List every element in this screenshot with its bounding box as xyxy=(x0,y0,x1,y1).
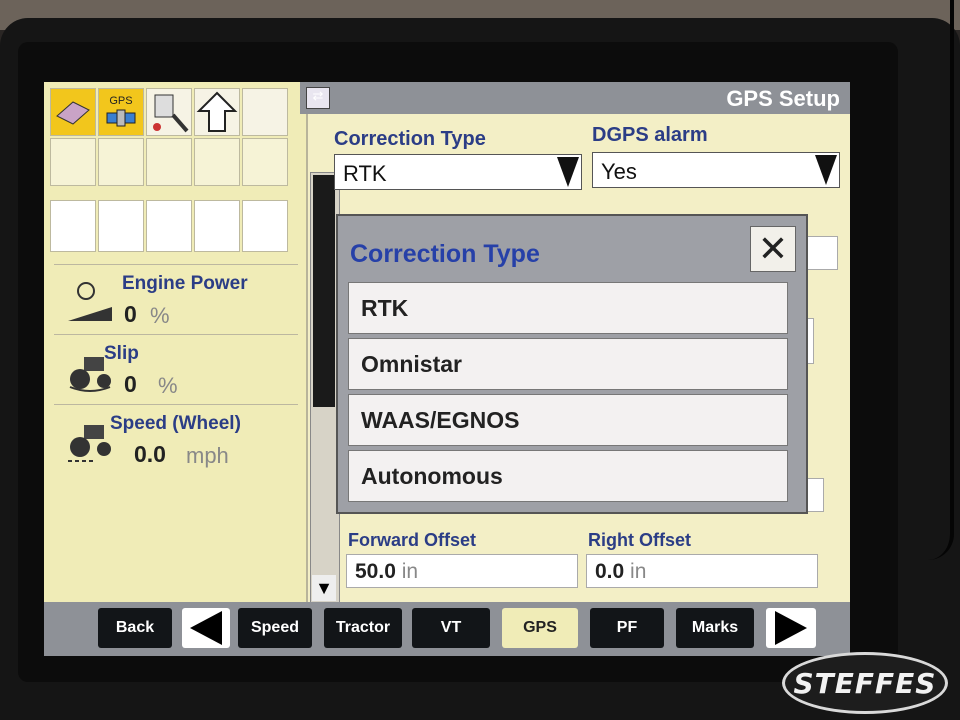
scroll-down-icon[interactable]: ▼ xyxy=(312,575,336,601)
empty-slot[interactable] xyxy=(242,88,288,136)
speed-wheel-readout[interactable]: Speed (Wheel) 0.0 mph xyxy=(54,404,298,471)
screen: GPS Engine Power 0 % Slip 0 % Speed (Whe… xyxy=(44,82,850,656)
option-autonomous[interactable]: Autonomous xyxy=(348,450,788,502)
engine-power-value: 0 xyxy=(124,301,137,327)
empty-slot[interactable] xyxy=(242,138,288,186)
correction-type-label: Correction Type xyxy=(334,128,486,150)
speed-wheel-value: 0.0 xyxy=(134,441,166,467)
empty-slot[interactable] xyxy=(98,200,144,252)
tab-vt[interactable]: VT xyxy=(412,608,490,648)
steffes-watermark: STEFFES xyxy=(782,652,948,714)
engine-power-unit: % xyxy=(150,303,170,328)
empty-slot[interactable] xyxy=(50,138,96,186)
engine-power-label: Engine Power xyxy=(122,273,248,294)
cable xyxy=(928,0,954,560)
forward-offset-label: Forward Offset xyxy=(348,530,477,550)
empty-slot[interactable] xyxy=(146,138,192,186)
tab-pf[interactable]: PF xyxy=(590,608,664,648)
gps-icon[interactable]: GPS xyxy=(98,88,144,136)
tab-tractor[interactable]: Tractor xyxy=(324,608,402,648)
up-arrow-icon[interactable] xyxy=(194,88,240,136)
right-offset-unit: in xyxy=(630,560,647,583)
prev-page-button[interactable] xyxy=(182,608,230,648)
gps-icon-label: GPS xyxy=(109,95,133,107)
right-offset-label: Right Offset xyxy=(588,530,691,550)
correction-type-dialog: Correction Type ✕ RTK Omnistar WAAS/EGNO… xyxy=(336,214,808,514)
bottom-tab-bar: Back Speed Tractor VT GPS PF Marks xyxy=(44,602,850,656)
settings-shortcut-icon[interactable]: ⇄ xyxy=(306,87,330,109)
implement-tool-icon[interactable] xyxy=(146,88,192,136)
tab-speed[interactable]: Speed xyxy=(238,608,312,648)
empty-slot[interactable] xyxy=(194,138,240,186)
scroll-thumb[interactable] xyxy=(313,175,335,407)
empty-slot[interactable] xyxy=(146,200,192,252)
option-rtk[interactable]: RTK xyxy=(348,282,788,334)
empty-slot[interactable] xyxy=(98,138,144,186)
right-offset-value: 0.0 xyxy=(595,560,625,583)
slip-value: 0 xyxy=(124,371,137,397)
forward-offset-input[interactable]: 50.0 in xyxy=(346,554,578,588)
speed-wheel-label: Speed (Wheel) xyxy=(110,413,241,434)
dgps-alarm-value: Yes xyxy=(601,159,637,184)
slip-readout[interactable]: Slip 0 % xyxy=(54,334,298,401)
shortcut-row: GPS xyxy=(50,88,290,136)
next-page-button[interactable] xyxy=(766,608,816,648)
field-map-icon[interactable] xyxy=(50,88,96,136)
chevron-down-icon xyxy=(557,157,579,187)
engine-icon xyxy=(68,282,112,321)
slip-label: Slip xyxy=(104,343,139,364)
forward-offset-value: 50.0 xyxy=(355,560,396,583)
shortcut-row-2 xyxy=(50,138,290,186)
dialog-title: Correction Type xyxy=(350,240,540,268)
right-offset-input[interactable]: 0.0 in xyxy=(586,554,818,588)
empty-slot[interactable] xyxy=(50,200,96,252)
page-title: GPS Setup xyxy=(726,86,840,111)
dgps-alarm-dropdown[interactable]: Yes xyxy=(592,152,840,188)
tab-marks[interactable]: Marks xyxy=(676,608,754,648)
correction-type-dropdown[interactable]: RTK xyxy=(334,154,582,190)
shortcut-row-3 xyxy=(50,200,290,252)
forward-offset-unit: in xyxy=(401,560,419,583)
chevron-down-icon xyxy=(815,155,837,185)
arrow-left-icon xyxy=(190,611,222,645)
obscured-field[interactable] xyxy=(806,236,838,270)
left-status-panel: GPS Engine Power 0 % Slip 0 % Speed (Whe… xyxy=(44,82,308,606)
empty-slot[interactable] xyxy=(194,200,240,252)
close-icon[interactable]: ✕ xyxy=(750,226,796,272)
watermark-text: STEFFES xyxy=(793,666,937,700)
speed-wheel-unit: mph xyxy=(186,443,229,468)
tractor-speed-icon xyxy=(68,425,111,462)
tab-gps[interactable]: GPS xyxy=(502,608,578,648)
page-header: ⇄ GPS Setup xyxy=(300,82,850,114)
back-button[interactable]: Back xyxy=(98,608,172,648)
dgps-alarm-label: DGPS alarm xyxy=(592,124,708,146)
engine-power-readout[interactable]: Engine Power 0 % xyxy=(54,264,298,331)
option-waas-egnos[interactable]: WAAS/EGNOS xyxy=(348,394,788,446)
arrow-right-icon xyxy=(775,611,807,645)
option-omnistar[interactable]: Omnistar xyxy=(348,338,788,390)
correction-type-value: RTK xyxy=(343,161,387,186)
empty-slot[interactable] xyxy=(242,200,288,252)
slip-unit: % xyxy=(158,373,178,398)
